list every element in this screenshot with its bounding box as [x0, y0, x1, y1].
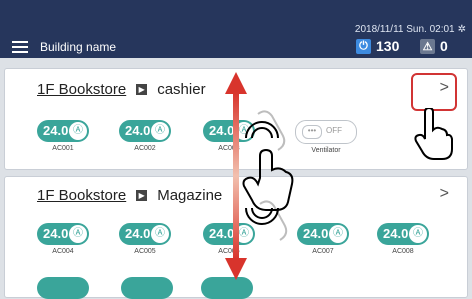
unit-label: AC002	[134, 145, 156, 152]
datetime-text: 2018/11/11 Sun. 02:01	[354, 24, 455, 35]
unit-label: AC008	[392, 248, 414, 255]
top-bar: Building name 2018/11/11 Sun. 02:01 ✲ ⏻ 1…	[0, 0, 472, 58]
ac-icon: Ⓐ	[69, 225, 87, 243]
unit-label: AC005	[134, 248, 156, 255]
power-status[interactable]: ⏻ 130	[356, 38, 399, 54]
play-icon: ▶	[136, 84, 148, 95]
ventilator-state: OFF	[326, 126, 342, 135]
ac-unit[interactable]: 24.0 Ⓐ AC004	[35, 223, 91, 255]
ventilator-icon: •••	[302, 125, 322, 139]
ac-icon: Ⓐ	[329, 225, 347, 243]
unit-label: AC007	[312, 248, 334, 255]
temp-value: 24.0	[125, 123, 151, 138]
location-link[interactable]: 1F Bookstore	[37, 81, 126, 98]
ac-toggle[interactable]: 24.0 Ⓐ	[297, 223, 349, 245]
power-icon: ⏻	[356, 38, 371, 54]
ac-unit[interactable]: 24.0 Ⓐ AC001	[35, 120, 91, 152]
ac-toggle[interactable]: 24.0 Ⓐ	[377, 223, 429, 245]
unit-label: AC004	[52, 248, 74, 255]
ac-icon: Ⓐ	[151, 122, 169, 140]
building-name: Building name	[40, 40, 117, 54]
ac-toggle-partial[interactable]	[37, 277, 89, 299]
temp-value: 24.0	[303, 226, 329, 241]
highlight-box	[411, 73, 457, 111]
ac-unit[interactable]: 24.0 Ⓐ AC002	[117, 120, 173, 152]
ac-toggle[interactable]: 24.0 Ⓐ	[119, 120, 171, 142]
temp-value: 24.0	[43, 123, 69, 138]
gear-icon[interactable]: ✲	[458, 24, 466, 35]
ac-toggle-partial[interactable]	[121, 277, 173, 299]
temp-value: 24.0	[383, 226, 409, 241]
datetime-display: 2018/11/11 Sun. 02:01 ✲	[355, 24, 466, 35]
menu-icon[interactable]	[12, 41, 28, 53]
ac-toggle-partial[interactable]	[201, 277, 253, 299]
card-header: 1F Bookstore ▶ Magazine	[37, 187, 222, 204]
ac-unit[interactable]: 24.0 Ⓐ AC008	[375, 223, 431, 255]
ac-icon: Ⓐ	[409, 225, 427, 243]
temp-value: 24.0	[125, 226, 151, 241]
alarm-status[interactable]: ⚠ 0	[420, 38, 448, 54]
ventilator-unit[interactable]: ••• OFF Ventilator	[291, 120, 361, 154]
hand-gesture-icon	[242, 110, 294, 241]
ac-unit[interactable]: 24.0 Ⓐ AC005	[117, 223, 173, 255]
location-link[interactable]: 1F Bookstore	[37, 187, 126, 204]
power-count: 130	[376, 38, 400, 54]
card-header: 1F Bookstore ▶ cashier	[37, 81, 206, 98]
unit-label: Ventilator	[311, 147, 341, 154]
ac-icon: Ⓐ	[69, 122, 87, 140]
alarm-icon: ⚠	[420, 38, 435, 54]
ac-toggle[interactable]: 24.0 Ⓐ	[37, 223, 89, 245]
play-icon: ▶	[136, 190, 148, 201]
ac-toggle[interactable]: 24.0 Ⓐ	[119, 223, 171, 245]
unit-label: AC001	[52, 145, 74, 152]
alarm-count: 0	[440, 38, 448, 54]
room-name: cashier	[157, 81, 206, 98]
room-name: Magazine	[157, 187, 223, 204]
ac-unit[interactable]: 24.0 Ⓐ AC007	[295, 223, 351, 255]
ventilator-toggle[interactable]: ••• OFF	[295, 120, 357, 144]
ac-icon: Ⓐ	[151, 225, 169, 243]
chevron-right-icon[interactable]: >	[440, 185, 449, 203]
hand-pointer-icon	[414, 108, 453, 160]
temp-value: 24.0	[43, 226, 69, 241]
ac-toggle[interactable]: 24.0 Ⓐ	[37, 120, 89, 142]
